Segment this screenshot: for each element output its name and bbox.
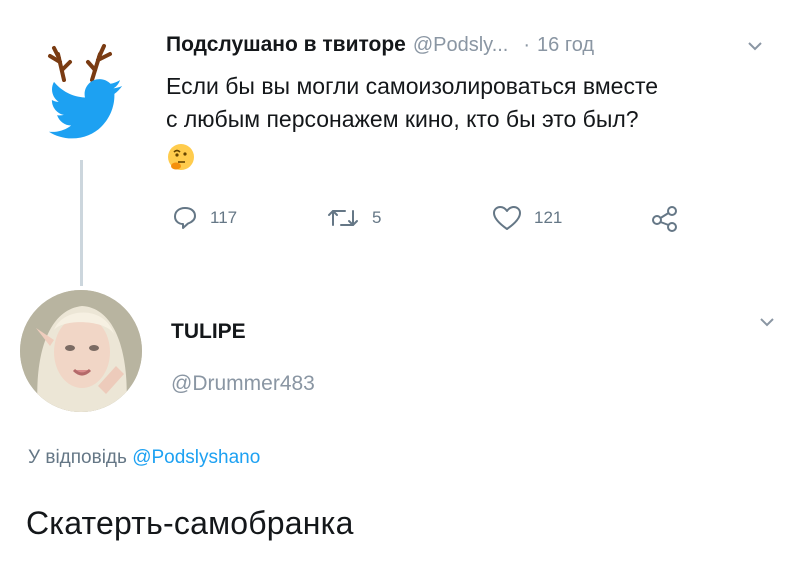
thinking-face-emoji-icon <box>168 144 194 170</box>
reply-author-handle[interactable]: @Drummer483 <box>171 372 315 396</box>
user-avatar[interactable] <box>20 290 142 412</box>
retweet-count: 5 <box>372 208 382 227</box>
tweet-header: Подслушано в твиторе @Podsly... · 16 год <box>166 33 594 57</box>
reply-author-name[interactable]: TULIPE <box>171 320 246 344</box>
reply-icon <box>174 207 196 229</box>
replying-to-line: У відповідь @Podslyshano <box>28 447 260 469</box>
replying-to-label: У відповідь <box>28 447 127 468</box>
retweet-action[interactable]: 5 <box>326 205 381 231</box>
share-icon[interactable] <box>650 203 680 233</box>
header-separator: · <box>523 34 531 56</box>
tweet-text: Если бы вы могли самоизолироваться вмест… <box>166 70 776 136</box>
twitter-bird-with-antlers-icon <box>48 44 122 139</box>
author-handle[interactable]: @Podsly... <box>413 34 509 57</box>
user-avatar-photo <box>20 290 142 412</box>
chevron-down-icon[interactable] <box>748 42 762 51</box>
tweet-timestamp[interactable]: 16 год <box>537 34 594 57</box>
reply-action[interactable]: 117 <box>172 205 237 231</box>
reply-count: 117 <box>210 208 238 227</box>
tweet-text-line: Если бы вы могли самоизолироваться вмест… <box>166 73 659 99</box>
account-avatar[interactable] <box>40 40 126 152</box>
chevron-down-icon[interactable] <box>760 318 774 327</box>
tweet-text-line: с любым персонажем кино, кто бы это был? <box>166 106 639 132</box>
like-count: 121 <box>534 208 563 227</box>
reply-tweet-text: Скатерть-самобранка <box>26 505 354 541</box>
retweet-icon <box>328 210 358 226</box>
heart-icon <box>493 206 521 230</box>
author-name[interactable]: Подслушано в твиторе <box>166 33 406 57</box>
thread-connector-line <box>80 160 83 286</box>
replying-to-handle-link[interactable]: @Podslyshano <box>132 447 260 468</box>
like-action[interactable]: 121 <box>492 205 562 231</box>
